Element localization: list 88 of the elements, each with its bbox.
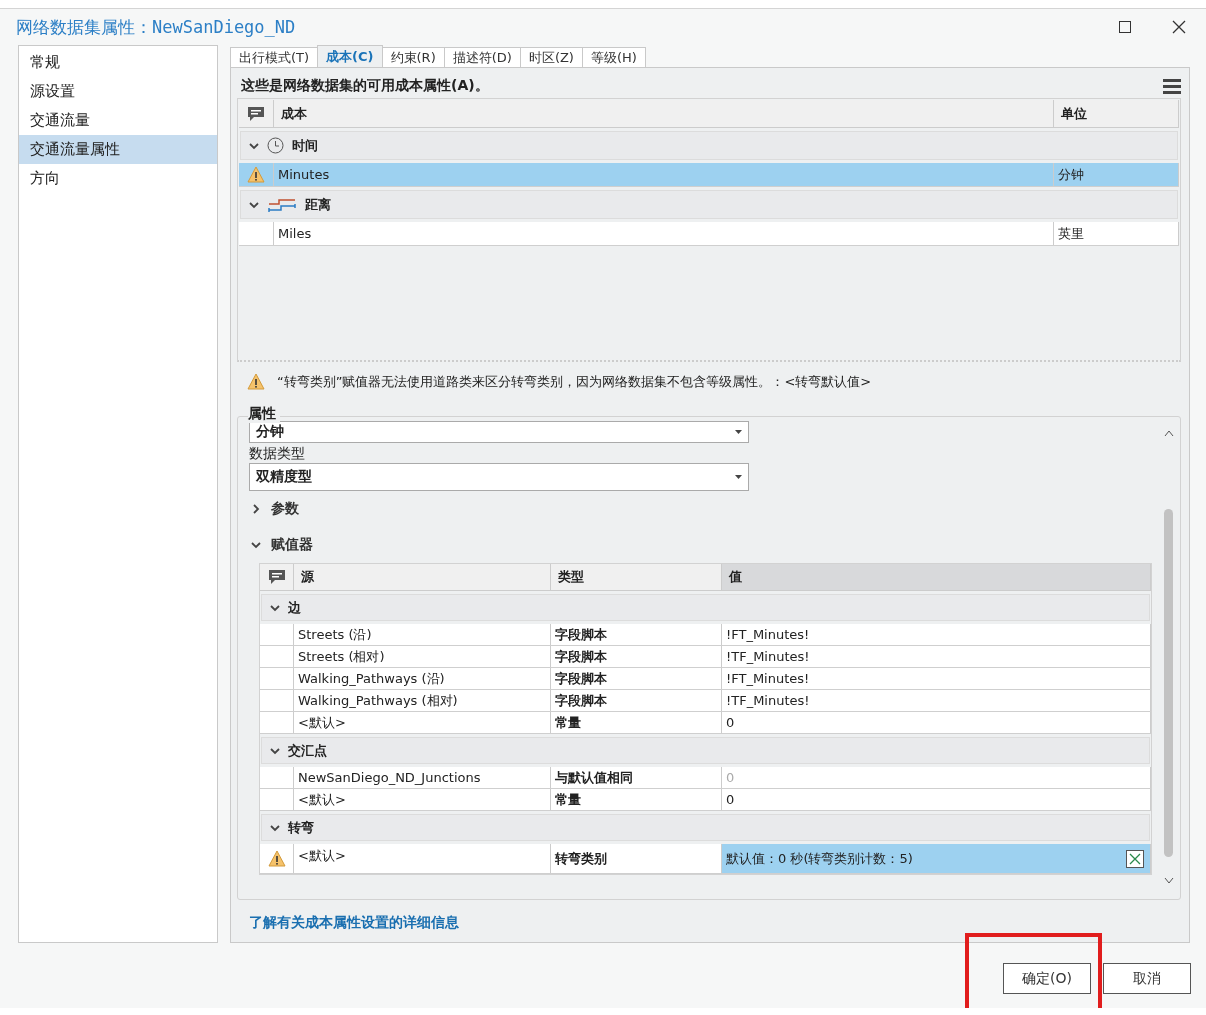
chevron-icon[interactable] xyxy=(270,602,280,613)
table-cell: 常量 xyxy=(551,712,722,733)
tab[interactable]: 等级(H) xyxy=(581,47,646,67)
chevron-icon[interactable] xyxy=(249,140,259,151)
sidebar-item[interactable]: 方向 xyxy=(19,164,217,193)
sidebar-item[interactable]: 源设置 xyxy=(19,77,217,106)
maximize-icon xyxy=(1119,21,1131,33)
column-header[interactable]: 值 xyxy=(722,564,1151,590)
table-cell: Streets (沿) xyxy=(294,624,551,645)
evaluator-row[interactable]: <默认> 常量 0 xyxy=(260,712,1151,734)
ruler-arrows-icon xyxy=(267,197,297,212)
cost-row[interactable]: Miles 英里 xyxy=(239,222,1179,246)
table-cell: 0 xyxy=(722,712,1151,733)
tab[interactable]: 成本(C) xyxy=(317,45,383,67)
chevron-icon[interactable] xyxy=(270,822,280,833)
tab[interactable]: 约束(R) xyxy=(381,47,445,67)
evaluator-row[interactable]: <默认> 常量 0 xyxy=(260,789,1151,811)
table-cell: Minutes xyxy=(274,163,1054,186)
menu-icon[interactable] xyxy=(1163,78,1181,94)
table-cell: NewSanDiego_ND_Junctions xyxy=(294,767,551,788)
group-label: 交汇点 xyxy=(288,741,327,760)
evaluator-row[interactable]: <默认> 转弯类别 默认值：0 秒(转弯类别计数：5) xyxy=(260,844,1151,874)
table-cell: 常量 xyxy=(551,789,722,810)
dropdown-caret-icon xyxy=(735,475,742,479)
chevron-icon[interactable] xyxy=(249,199,259,210)
group-label: 边 xyxy=(288,598,301,617)
scroll-down-icon[interactable] xyxy=(1164,877,1174,885)
dropdown-caret-icon xyxy=(735,430,742,434)
table-cell: Miles xyxy=(274,222,1054,245)
evaluator-row[interactable]: NewSanDiego_ND_Junctions 与默认值相同 0 xyxy=(260,767,1151,789)
chevron-icon[interactable] xyxy=(251,504,261,514)
dialog-button[interactable]: 取消 xyxy=(1103,963,1191,994)
sidebar-item[interactable]: 常规 xyxy=(19,48,217,77)
table-cell: <默认> xyxy=(294,712,551,733)
table-cell: 字段脚本 xyxy=(551,668,722,689)
warning-message: “转弯类别”赋值器无法使用道路类来区分转弯类别，因为网络数据集不包含等级属性。：<转弯默认值> xyxy=(277,373,872,391)
field-label: 数据类型 xyxy=(249,445,306,463)
section-toggle[interactable]: 参数 xyxy=(249,491,1152,527)
table-cell: 0 xyxy=(722,789,1151,810)
tab[interactable]: 描述符(D) xyxy=(443,47,521,67)
sidebar-item[interactable]: 交通流量属性 xyxy=(19,135,217,164)
table-cell: 默认值：0 秒(转弯类别计数：5) xyxy=(722,844,1151,873)
section-toggle[interactable]: 赋值器 xyxy=(249,527,1152,563)
window-title: 网络数据集属性：NewSanDiego_ND xyxy=(16,15,297,39)
table-cell: 英里 xyxy=(1054,222,1179,245)
evaluator-row[interactable]: Walking_Pathways (相对) 字段脚本 !TF_Minutes! xyxy=(260,690,1151,712)
table-cell: 分钟 xyxy=(1054,163,1179,186)
chevron-icon[interactable] xyxy=(251,540,261,550)
units-dropdown[interactable]: 分钟 xyxy=(249,421,749,443)
scroll-up-icon[interactable] xyxy=(1164,429,1174,437)
table-cell: 0 xyxy=(722,767,1151,788)
comment-icon[interactable] xyxy=(247,105,265,122)
table-cell: <默认> xyxy=(294,844,551,873)
table-cell: Walking_Pathways (沿) xyxy=(294,668,551,689)
evaluator-row[interactable]: Walking_Pathways (沿) 字段脚本 !FT_Minutes! xyxy=(260,668,1151,690)
dialog-button[interactable]: 确定(O) xyxy=(1003,963,1091,994)
table-cell: Streets (相对) xyxy=(294,646,551,667)
help-link[interactable]: 了解有关成本属性设置的详细信息 xyxy=(237,914,1181,932)
table-cell: !FT_Minutes! xyxy=(722,624,1151,645)
evaluator-row[interactable]: Streets (相对) 字段脚本 !TF_Minutes! xyxy=(260,646,1151,668)
warning-icon xyxy=(247,165,265,184)
chevron-icon[interactable] xyxy=(270,745,280,756)
tab[interactable]: 时区(Z) xyxy=(519,47,583,67)
warning-icon xyxy=(247,373,265,391)
close-icon xyxy=(1172,20,1186,34)
group-label: 时间 xyxy=(292,136,318,155)
comment-icon[interactable] xyxy=(267,569,286,585)
group-label: 转弯 xyxy=(288,818,314,837)
warning-icon xyxy=(267,849,286,868)
data-type-dropdown[interactable]: 双精度型 xyxy=(249,463,749,491)
table-cell: 字段脚本 xyxy=(551,646,722,667)
expression-icon[interactable] xyxy=(1126,849,1144,868)
sidebar-item[interactable]: 交通流量 xyxy=(19,106,217,135)
tab[interactable]: 出行模式(T) xyxy=(230,47,319,67)
cost-row[interactable]: Minutes 分钟 xyxy=(239,163,1179,187)
group-label: 距离 xyxy=(305,195,331,214)
table-cell: Walking_Pathways (相对) xyxy=(294,690,551,711)
table-cell: !TF_Minutes! xyxy=(722,690,1151,711)
table-cell: <默认> xyxy=(294,789,551,810)
table-cell: !FT_Minutes! xyxy=(722,668,1151,689)
table-cell: 与默认值相同 xyxy=(551,767,722,788)
group-title: 属性 xyxy=(248,405,280,423)
evaluator-row[interactable]: Streets (沿) 字段脚本 !FT_Minutes! xyxy=(260,624,1151,646)
table-cell: !TF_Minutes! xyxy=(722,646,1151,667)
costs-caption: 这些是网络数据集的可用成本属性(A)。 xyxy=(240,77,489,95)
table-cell: 字段脚本 xyxy=(551,624,722,645)
table-cell: 字段脚本 xyxy=(551,690,722,711)
clock-icon xyxy=(267,137,284,154)
